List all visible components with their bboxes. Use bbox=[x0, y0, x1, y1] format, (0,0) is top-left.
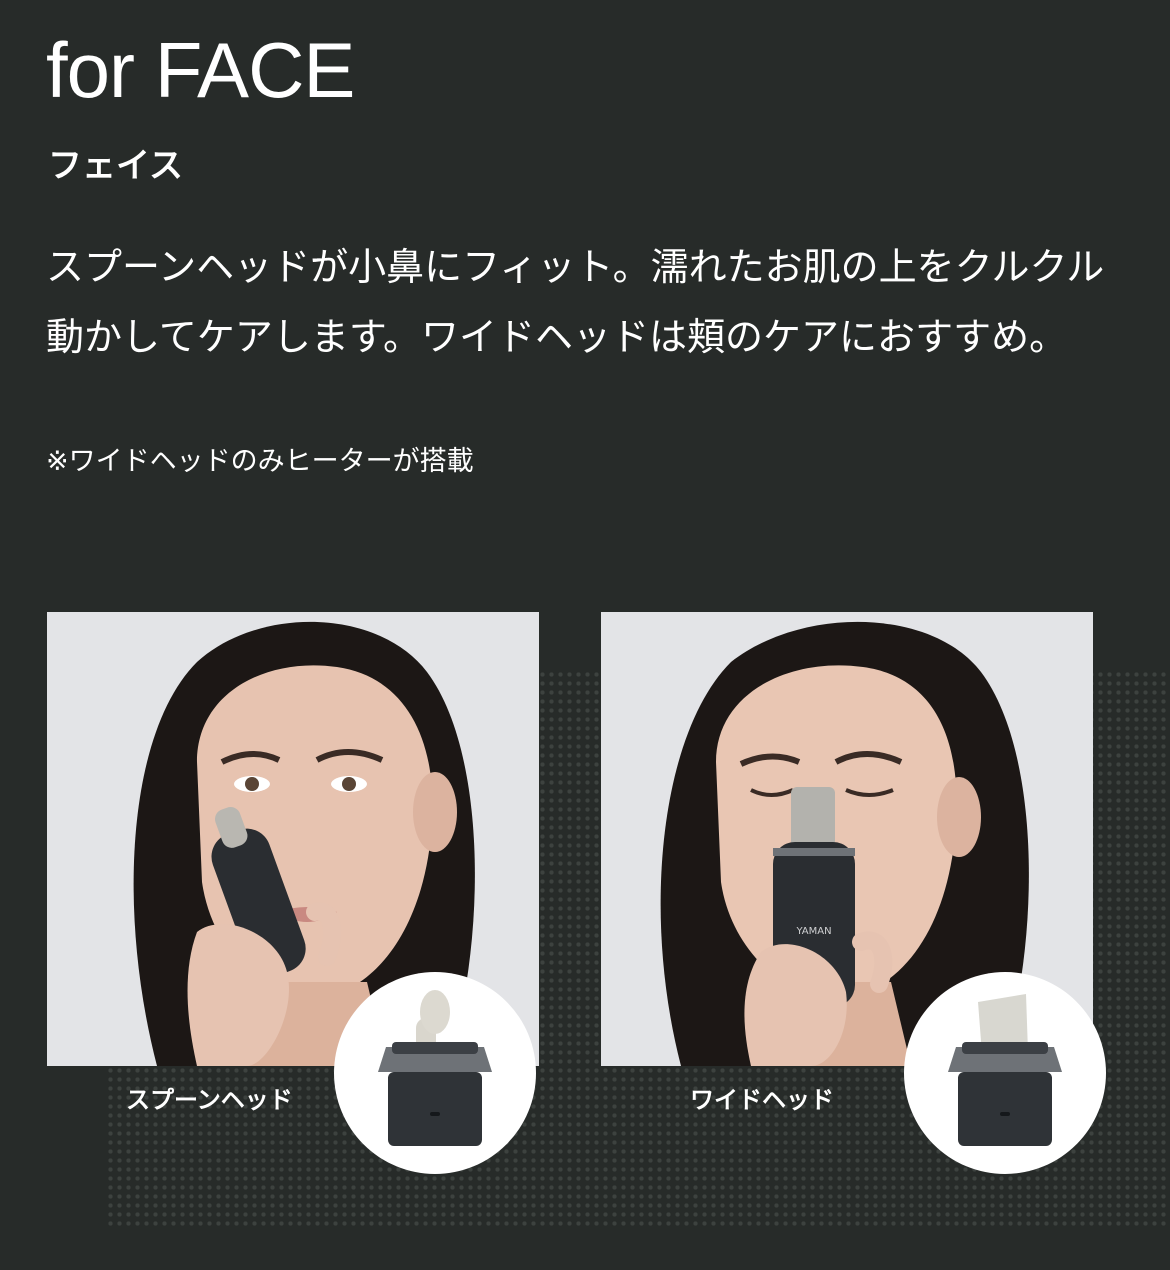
description: スプーンヘッドが小鼻にフィット。濡れたお肌の上をクルクル 動かしてケアします。ワ… bbox=[46, 232, 1136, 372]
device-brand-text: YAMAN bbox=[795, 926, 831, 937]
wide-head-attachment-image bbox=[904, 972, 1106, 1174]
wide-head-caption: ワイドヘッド bbox=[690, 1086, 834, 1114]
description-line-1: スプーンヘッドが小鼻にフィット。濡れたお肌の上をクルクル bbox=[46, 245, 1105, 289]
page-subtitle: フェイス bbox=[48, 146, 183, 186]
page-title: for FACE bbox=[46, 26, 355, 114]
description-line-2: 動かしてケアします。ワイドヘッドは頬のケアにおすすめ。 bbox=[46, 315, 1068, 359]
heater-note: ※ワイドヘッドのみヒーターが搭載 bbox=[46, 446, 474, 477]
spoon-head-attachment-image bbox=[334, 972, 536, 1174]
spoon-head-caption: スプーンヘッド bbox=[126, 1086, 293, 1114]
